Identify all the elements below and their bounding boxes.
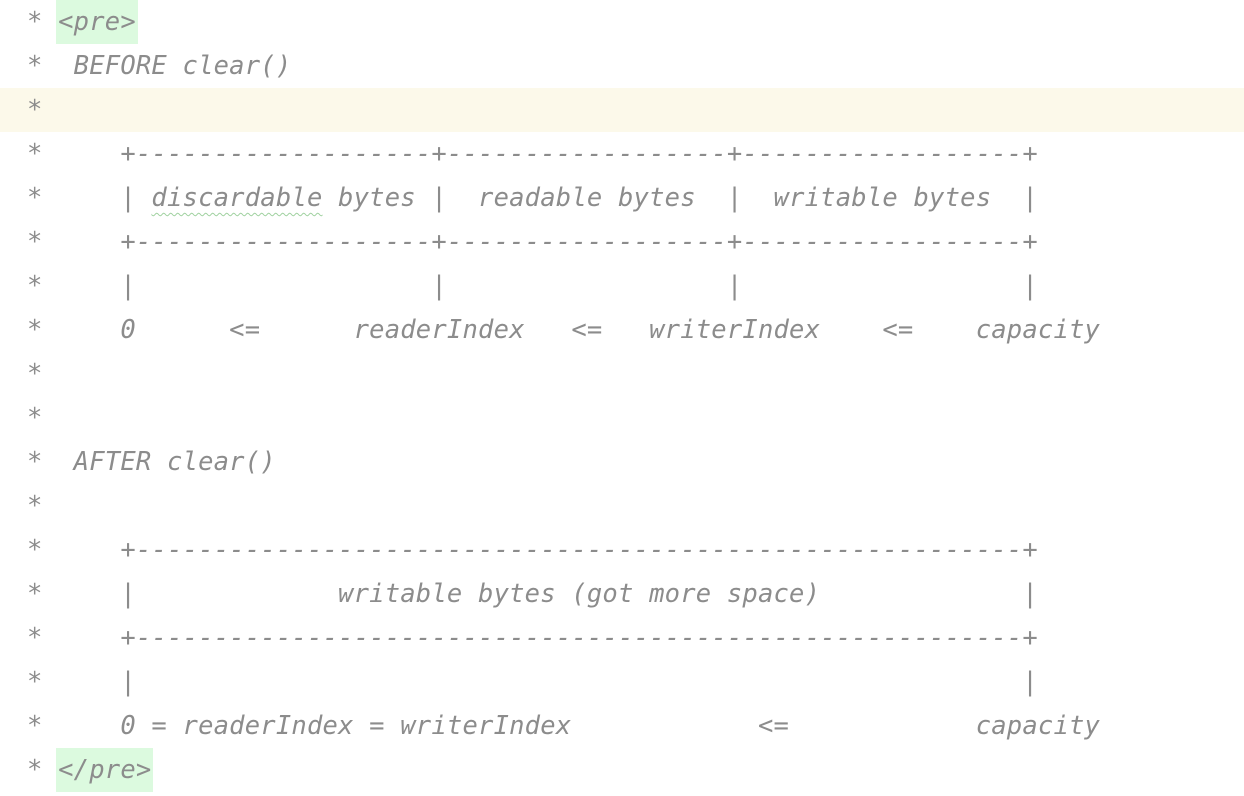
- comment-text: * +-------------------------------------…: [27, 623, 1038, 653]
- comment-text: bytes | readable bytes | writable bytes …: [322, 183, 1038, 213]
- comment-text: * +-------------------------------------…: [27, 535, 1038, 565]
- code-line[interactable]: *: [0, 396, 1244, 440]
- comment-text: * 0 <= readerIndex <= writerIndex <= cap…: [27, 315, 1101, 345]
- code-line[interactable]: * +-------------------+-----------------…: [0, 132, 1244, 176]
- code-editor[interactable]: * <pre> * BEFORE clear() * * +----------…: [0, 0, 1244, 792]
- comment-text: * AFTER clear(): [27, 447, 276, 477]
- code-line-current[interactable]: *: [0, 88, 1244, 132]
- comment-text: * | |: [27, 667, 1038, 697]
- comment-text: * | | | |: [27, 271, 1038, 301]
- code-line[interactable]: * | writable bytes (got more space) |: [0, 572, 1244, 616]
- pre-close-tag: </pre>: [56, 748, 154, 792]
- code-line[interactable]: * BEFORE clear(): [0, 44, 1244, 88]
- comment-text: * | writable bytes (got more space) |: [27, 579, 1038, 609]
- code-line[interactable]: * 0 <= readerIndex <= writerIndex <= cap…: [0, 308, 1244, 352]
- code-line[interactable]: * | |: [0, 660, 1244, 704]
- comment-text: * 0 = readerIndex = writerIndex <= capac…: [27, 711, 1101, 741]
- comment-text: * +-------------------+-----------------…: [27, 227, 1038, 257]
- code-line[interactable]: * +-------------------------------------…: [0, 616, 1244, 660]
- code-line[interactable]: *: [0, 352, 1244, 396]
- code-line[interactable]: * | discardable bytes | readable bytes |…: [0, 176, 1244, 220]
- code-line[interactable]: * +-------------------+-----------------…: [0, 220, 1244, 264]
- code-line[interactable]: * +-------------------------------------…: [0, 528, 1244, 572]
- typo-word[interactable]: discardable: [151, 183, 322, 213]
- code-line[interactable]: * </pre>: [0, 748, 1244, 792]
- code-line[interactable]: * 0 = readerIndex = writerIndex <= capac…: [0, 704, 1244, 748]
- pre-open-tag: <pre>: [56, 0, 138, 44]
- comment-text: * BEFORE clear(): [27, 51, 292, 81]
- comment-text: * +-------------------+-----------------…: [27, 139, 1038, 169]
- code-line[interactable]: * <pre>: [0, 0, 1244, 44]
- code-line[interactable]: * AFTER clear(): [0, 440, 1244, 484]
- comment-text: *: [27, 359, 43, 389]
- comment-text: * |: [27, 183, 152, 213]
- comment-text: *: [27, 755, 59, 785]
- comment-text: *: [27, 403, 43, 433]
- code-line[interactable]: *: [0, 484, 1244, 528]
- code-line[interactable]: * | | | |: [0, 264, 1244, 308]
- comment-text: *: [27, 7, 59, 37]
- comment-text: *: [27, 491, 43, 521]
- comment-text: *: [27, 95, 43, 125]
